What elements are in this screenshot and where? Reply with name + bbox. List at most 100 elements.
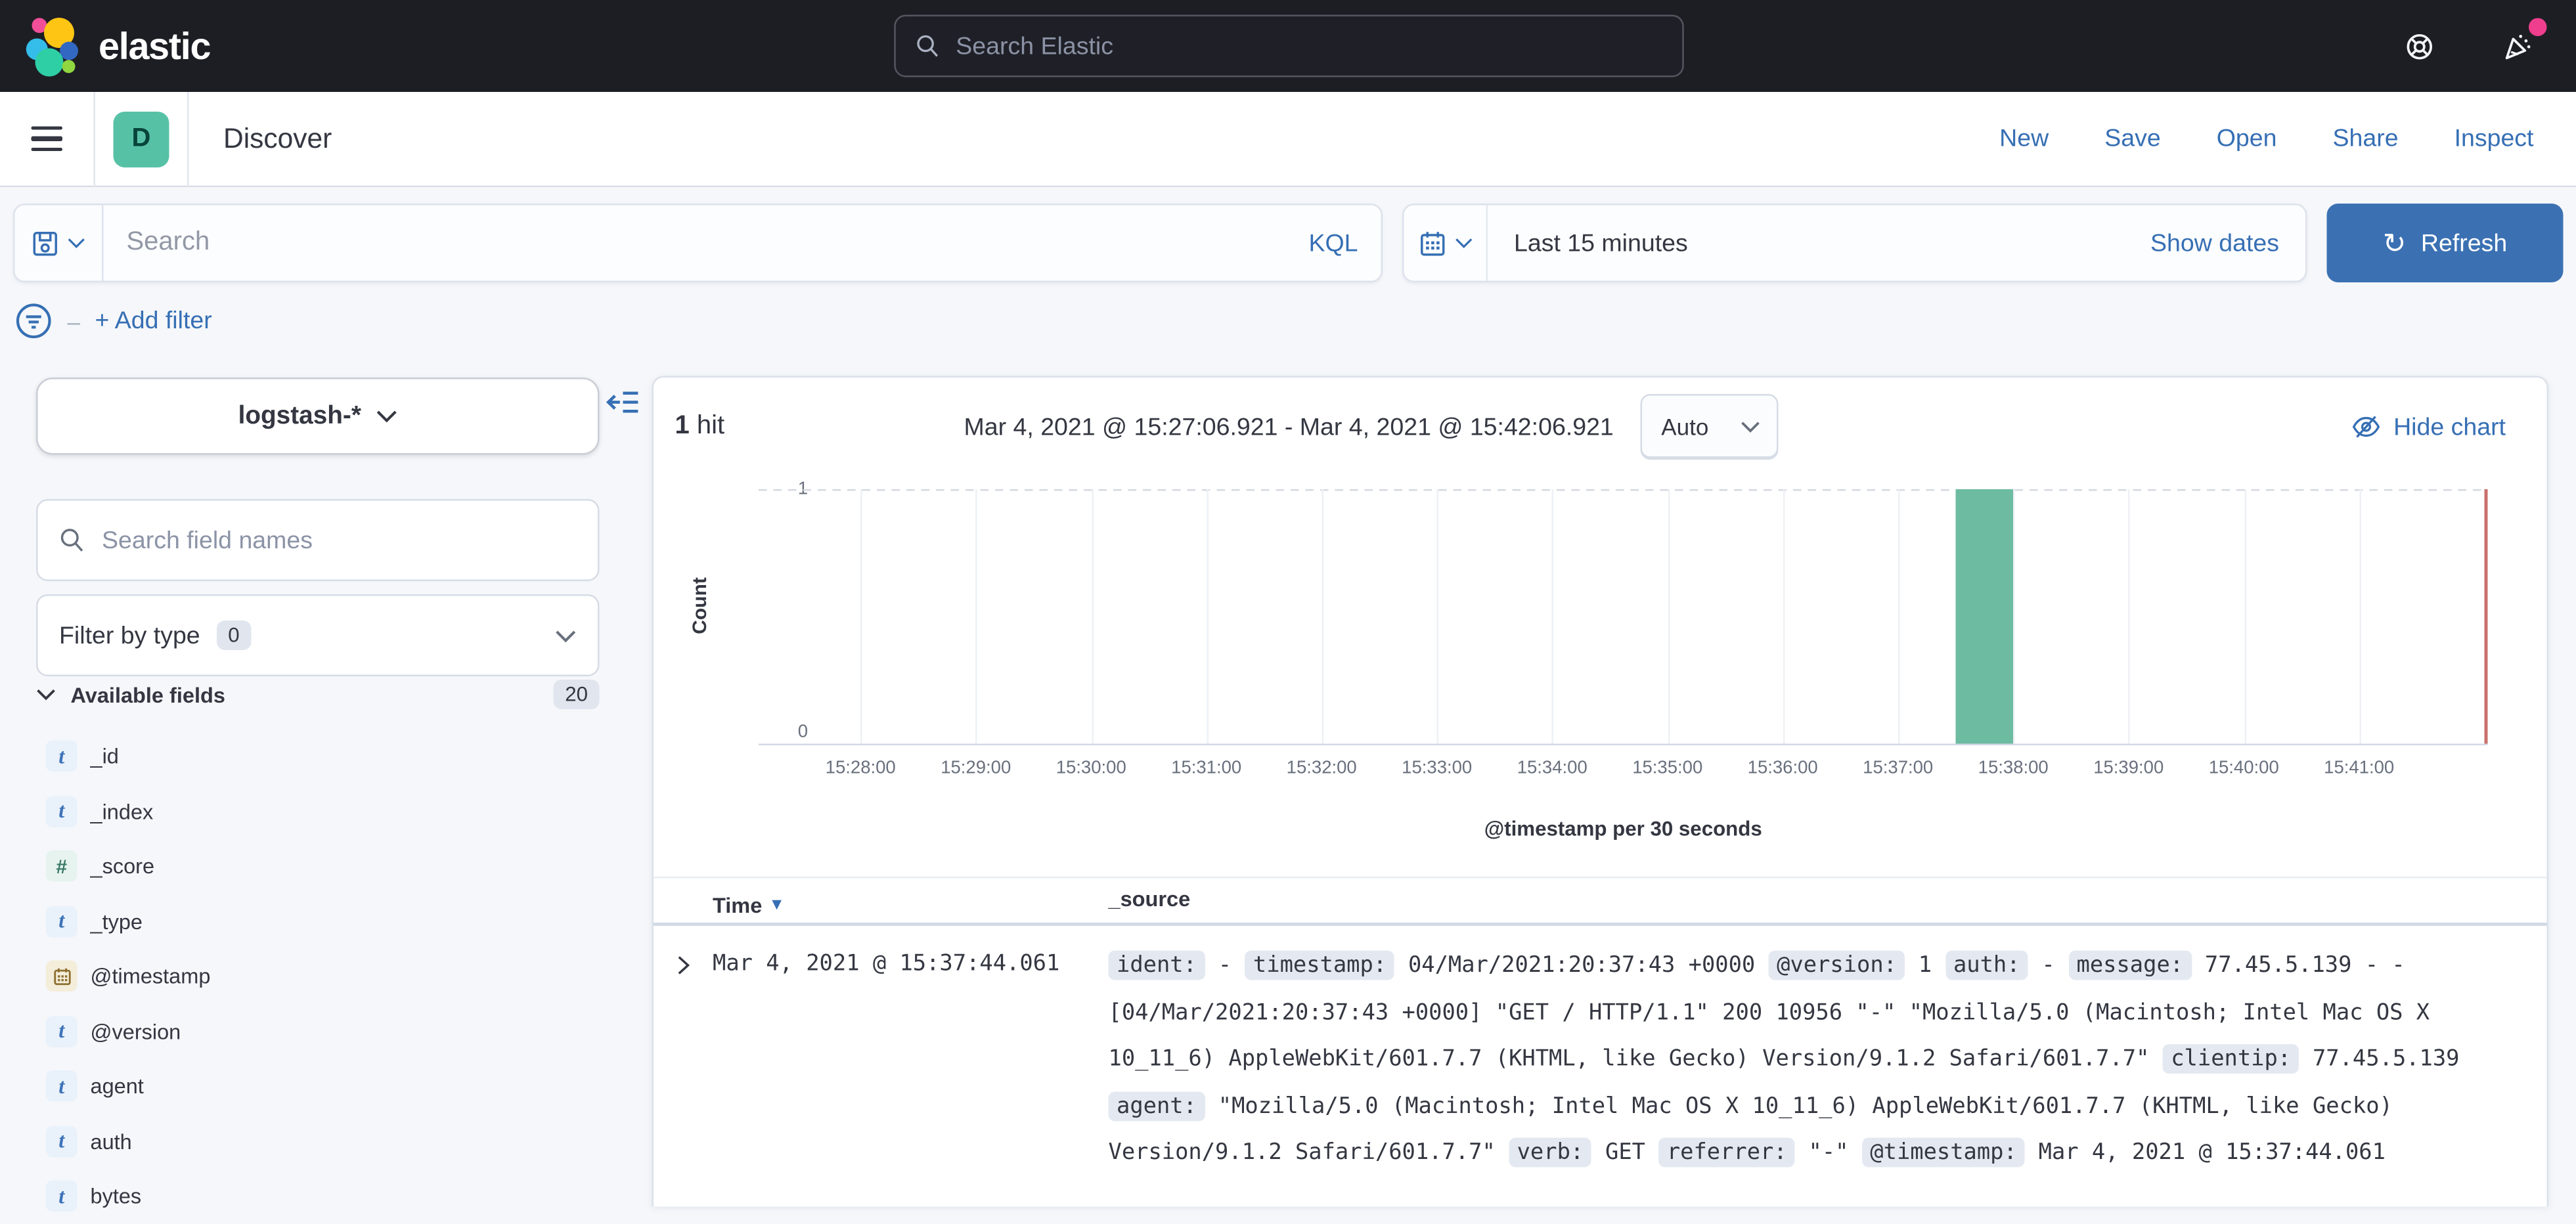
add-filter-button[interactable]: + Add filter xyxy=(95,307,211,336)
available-fields-toggle[interactable]: Available fields 20 xyxy=(36,667,600,722)
string-field-icon: t xyxy=(46,1071,78,1103)
query-input[interactable] xyxy=(127,229,1293,258)
time-range-button[interactable]: Last 15 minutes xyxy=(1488,229,1688,257)
table-body: Mar 4, 2021 @ 15:37:44.061ident: - times… xyxy=(654,926,2547,1176)
string-field-icon: t xyxy=(46,1181,78,1212)
gridline xyxy=(976,489,978,744)
page-title: Discover xyxy=(189,122,332,155)
action-share[interactable]: Share xyxy=(2332,125,2398,153)
x-tick-label: 15:29:00 xyxy=(918,758,1033,778)
table-row: Mar 4, 2021 @ 15:37:44.061ident: - times… xyxy=(654,926,2547,1176)
gridline xyxy=(1898,489,1900,744)
chart-time-range: Mar 4, 2021 @ 15:27:06.921 - Mar 4, 2021… xyxy=(964,413,1614,441)
gridline xyxy=(1668,489,1670,744)
field-label: _index xyxy=(91,799,154,824)
x-tick-label: 15:40:00 xyxy=(2187,758,2301,778)
time-cell: Mar 4, 2021 @ 15:37:44.061 xyxy=(713,942,1109,1176)
query-language-button[interactable]: KQL xyxy=(1308,229,1358,257)
source-field-key: verb: xyxy=(1509,1138,1592,1168)
elastic-logo[interactable]: elastic xyxy=(0,13,210,79)
chevron-down-icon xyxy=(1740,420,1760,433)
field-item-auth[interactable]: tauth xyxy=(0,1114,650,1169)
hit-count: 1 hit xyxy=(675,412,964,442)
results-header: 1 hit Mar 4, 2021 @ 15:27:06.921 - Mar 4… xyxy=(654,378,2547,476)
source-field-key: @version: xyxy=(1769,951,1905,980)
x-tick-label: 15:38:00 xyxy=(1956,758,2071,778)
refresh-button[interactable]: ↻ Refresh xyxy=(2327,204,2564,282)
global-search-box[interactable] xyxy=(893,15,1683,77)
chevron-down-icon xyxy=(68,236,86,250)
expand-row-icon[interactable] xyxy=(672,954,695,977)
action-open[interactable]: Open xyxy=(2217,125,2277,153)
source-field-key: message: xyxy=(2068,951,2192,980)
calendar-icon xyxy=(1418,229,1446,257)
field-item-type[interactable]: t _type xyxy=(0,894,650,949)
histogram-chart[interactable]: Count 1 0 @timestamp per 30 seconds 15:2… xyxy=(654,476,2547,870)
sort-desc-icon[interactable]: ▼ xyxy=(768,896,785,914)
field-label: _type xyxy=(91,909,143,934)
x-tick-label: 15:36:00 xyxy=(1725,758,1840,778)
menu-icon[interactable] xyxy=(0,126,94,152)
global-search-input[interactable] xyxy=(956,32,1662,60)
saved-query-button[interactable] xyxy=(15,206,104,281)
filter-icon[interactable] xyxy=(15,302,53,340)
time-column-header[interactable]: Time▼ xyxy=(713,884,1109,917)
filter-by-type-select[interactable]: Filter by type 0 xyxy=(36,594,600,676)
source-column-header[interactable]: _source xyxy=(1109,877,2547,924)
chevron-down-icon xyxy=(376,409,397,424)
field-item-index[interactable]: t_index xyxy=(0,784,650,839)
field-label: _id xyxy=(91,744,119,769)
field-item-version[interactable]: t@version xyxy=(0,1004,650,1059)
field-item-timestamp[interactable]: @timestamp xyxy=(0,949,650,1004)
x-tick-label: 15:32:00 xyxy=(1264,758,1379,778)
discover-app-badge[interactable]: D xyxy=(114,111,169,167)
histogram-bar[interactable] xyxy=(1956,489,2014,744)
gridline xyxy=(1321,489,1323,744)
collapse-sidebar-icon[interactable] xyxy=(606,384,642,420)
show-dates-button[interactable]: Show dates xyxy=(2150,229,2305,257)
fields-sidebar: logstash-* Filter by type 0 Available fi… xyxy=(0,361,650,1207)
x-tick-label: 15:37:00 xyxy=(1840,758,1955,778)
action-save[interactable]: Save xyxy=(2104,125,2161,153)
plot-area[interactable] xyxy=(759,489,2488,745)
query-input-area: KQL xyxy=(104,206,1381,281)
chevron-down-icon xyxy=(555,628,577,643)
gridline xyxy=(1783,489,1785,744)
documents-table: Time▼ _source Mar 4, 2021 @ 15:37:44.061… xyxy=(654,877,2547,1176)
field-item-id[interactable]: t_id xyxy=(0,729,650,784)
divider xyxy=(94,91,96,186)
help-icon[interactable] xyxy=(2403,30,2435,62)
action-inspect[interactable]: Inspect xyxy=(2454,125,2534,153)
x-tick-label: 15:41:00 xyxy=(2301,758,2416,778)
search-icon xyxy=(59,527,85,554)
hide-chart-button[interactable]: Hide chart xyxy=(2351,412,2525,442)
date-field-icon xyxy=(46,961,78,992)
gridline xyxy=(1437,489,1439,744)
source-field-key: ident: xyxy=(1109,951,1205,980)
search-icon xyxy=(915,33,940,59)
gridline xyxy=(2013,489,2015,744)
chevron-down-icon xyxy=(1454,236,1473,250)
discover-app: elastic xyxy=(0,0,2576,1207)
source-field-key: @timestamp: xyxy=(1862,1138,2026,1168)
newsfeed-icon[interactable] xyxy=(2501,30,2534,62)
x-tick-label: 15:39:00 xyxy=(2071,758,2186,778)
field-item-bytes[interactable]: tbytes xyxy=(0,1169,650,1224)
action-new[interactable]: New xyxy=(1999,125,2049,153)
index-pattern-select[interactable]: logstash-* xyxy=(36,378,600,455)
gridline xyxy=(1207,489,1209,744)
source-field-key: clientip: xyxy=(2163,1044,2299,1074)
refresh-icon: ↻ xyxy=(2383,229,2407,257)
x-tick-label: 15:28:00 xyxy=(803,758,918,778)
string-field-icon: t xyxy=(46,1126,78,1157)
field-item-agent[interactable]: tagent xyxy=(0,1059,650,1114)
field-search-input[interactable] xyxy=(102,526,577,554)
field-search-box[interactable] xyxy=(36,499,600,581)
string-field-icon: t xyxy=(46,906,78,937)
filter-bar: – + Add filter xyxy=(0,299,2576,357)
quick-select-button[interactable] xyxy=(1404,206,1488,281)
interval-select[interactable]: Auto xyxy=(1640,394,1778,460)
field-item-score[interactable]: #_score xyxy=(0,839,650,894)
x-tick-label: 15:33:00 xyxy=(1379,758,1494,778)
top-menu-actions: New Save Open Share Inspect xyxy=(1999,125,2576,153)
